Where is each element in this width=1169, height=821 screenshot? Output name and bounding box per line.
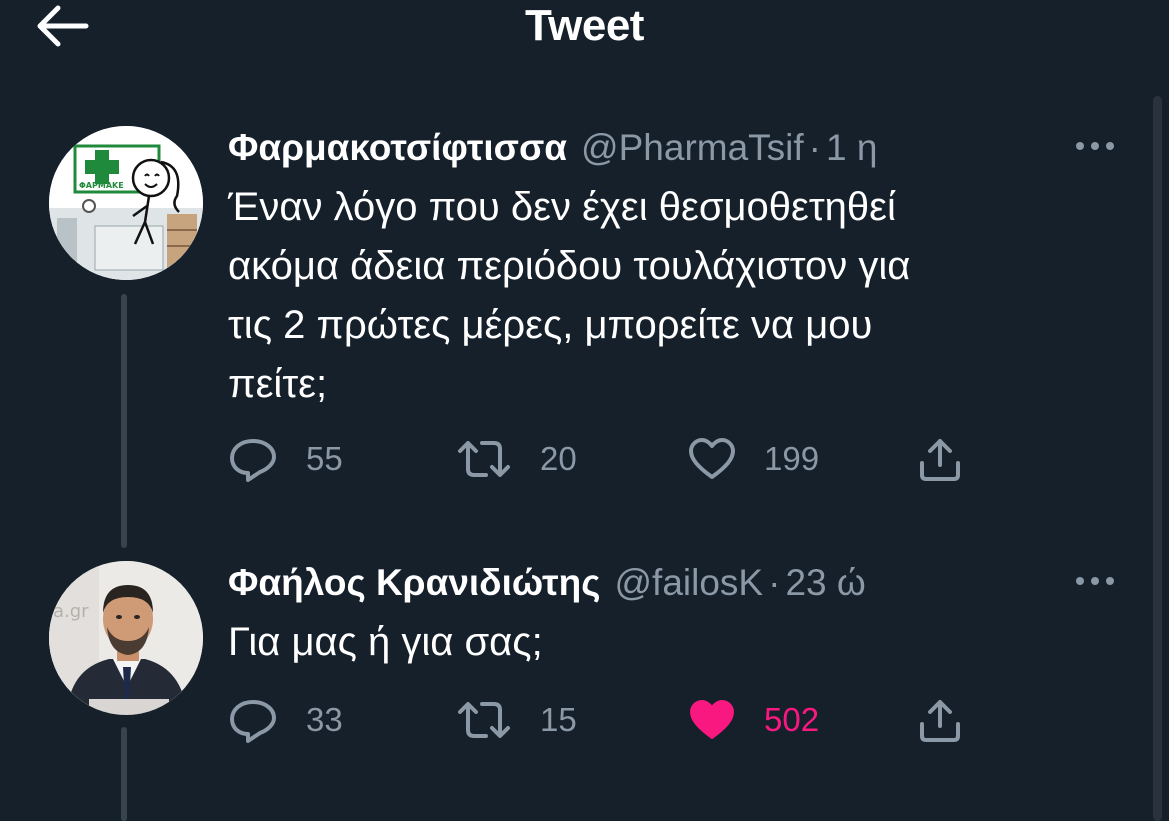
reply-bubble-icon <box>230 439 276 482</box>
more-options-button[interactable] <box>1072 569 1118 593</box>
more-dots-icon <box>1076 142 1114 150</box>
share-button[interactable] <box>916 432 964 486</box>
like-button[interactable]: 502 <box>688 693 819 747</box>
tweet-actions: 55 20 199 <box>228 432 988 486</box>
heart-filled-icon <box>690 700 734 739</box>
retweet-button[interactable]: 15 <box>456 693 577 747</box>
share-button[interactable] <box>916 693 964 747</box>
person-avatar-image: a.gr <box>49 561 203 715</box>
display-name[interactable]: Φαήλος Κρανιδιώτης <box>228 561 600 605</box>
more-options-button[interactable] <box>1072 134 1118 158</box>
like-count: 502 <box>764 701 820 738</box>
page-title: Tweet <box>525 1 644 50</box>
like-count: 199 <box>764 440 820 477</box>
avatar[interactable]: a.gr <box>49 561 203 715</box>
retweet-button[interactable]: 20 <box>456 432 577 486</box>
reply-count: 33 <box>306 701 343 738</box>
tweet-thread-screen: Tweet ΦΑΡΜΑΚΕ Φαρμακοτσίφτισσα @PharmaTs… <box>0 0 1169 821</box>
separator-dot: · <box>808 127 821 168</box>
tweet-item[interactable]: ΦΑΡΜΑΚΕ Φαρμακοτσίφτισσα @PharmaTsif · 1… <box>0 118 1150 548</box>
avatar[interactable]: ΦΑΡΜΑΚΕ <box>49 126 203 280</box>
tweet-text: Για μας ή για σας; <box>228 620 543 664</box>
retweet-count: 20 <box>540 440 577 477</box>
avatar-sign-text: ΦΑΡΜΑΚΕ <box>79 181 124 190</box>
thread-connector-line <box>121 294 127 548</box>
tweet-header: Φαήλος Κρανιδιώτης @failosK · 23 ώ <box>228 561 866 605</box>
tweet-text: Έναν λόγο που δεν έχει θεσμοθετηθεί ακόμ… <box>228 185 911 406</box>
reply-button[interactable]: 33 <box>228 693 343 747</box>
tweet-actions: 33 15 502 <box>228 693 988 747</box>
share-icon <box>920 700 960 742</box>
user-handle[interactable]: @PharmaTsif <box>581 126 804 170</box>
avatar-background-text: a.gr <box>53 601 89 622</box>
reply-bubble-icon <box>230 700 276 743</box>
thread-connector-line <box>121 727 127 821</box>
retweet-icon <box>458 702 510 738</box>
heart-icon <box>689 438 735 479</box>
share-icon <box>920 439 960 481</box>
pharmacy-avatar-image: ΦΑΡΜΑΚΕ <box>49 126 203 280</box>
tweet-header: Φαρμακοτσίφτισσα @PharmaTsif · 1 η <box>228 126 877 170</box>
like-button[interactable]: 199 <box>688 432 819 486</box>
timestamp[interactable]: 23 ώ <box>785 561 865 605</box>
display-name[interactable]: Φαρμακοτσίφτισσα <box>228 126 567 170</box>
tweet-item[interactable]: a.gr Φαήλος Κρανιδιώτης @failosK · 23 ώ … <box>0 555 1150 821</box>
separator-dot: · <box>768 562 781 603</box>
top-bar: Tweet <box>0 0 1169 60</box>
retweet-icon <box>458 441 510 477</box>
user-handle[interactable]: @failosK <box>614 561 763 605</box>
reply-button[interactable]: 55 <box>228 432 343 486</box>
reply-count: 55 <box>306 440 343 477</box>
retweet-count: 15 <box>540 701 577 738</box>
more-dots-icon <box>1076 577 1114 585</box>
timestamp[interactable]: 1 η <box>826 126 877 170</box>
scrollbar[interactable] <box>1153 96 1162 821</box>
